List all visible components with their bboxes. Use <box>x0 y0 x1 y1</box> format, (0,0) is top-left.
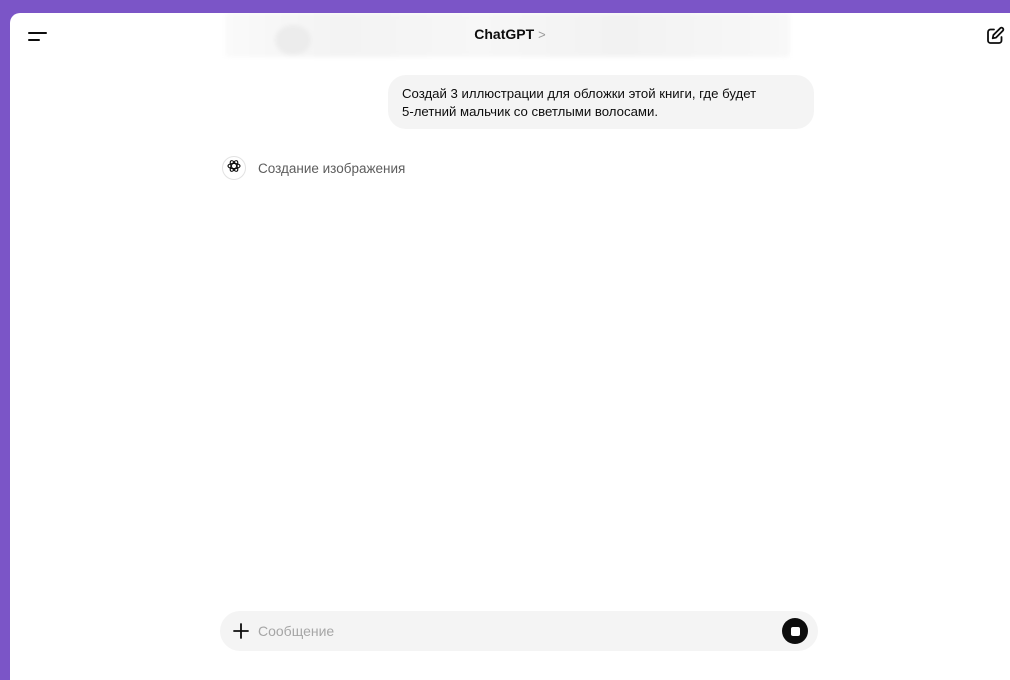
assistant-status-text: Создание изображения <box>258 160 406 176</box>
stop-generating-button[interactable] <box>782 618 808 644</box>
attach-button[interactable] <box>230 619 252 643</box>
user-message-bubble: Создай 3 иллюстрации для обложки этой кн… <box>388 75 814 129</box>
page-title: ChatGPT <box>474 26 535 42</box>
new-chat-icon <box>984 26 1006 51</box>
new-chat-button[interactable] <box>984 25 1006 47</box>
header: ChatGPT > <box>10 26 1010 42</box>
plus-icon <box>230 623 252 647</box>
openai-logo-icon <box>226 158 242 179</box>
app-window: ChatGPT > Создай 3 иллюстрации для обложк… <box>10 13 1010 680</box>
assistant-status-row: Создание изображения <box>222 155 405 181</box>
model-selector-button[interactable]: ChatGPT > <box>474 26 545 42</box>
message-input[interactable] <box>258 619 768 643</box>
assistant-avatar <box>222 156 246 180</box>
chevron-right-icon: > <box>538 27 546 42</box>
stop-icon <box>790 626 800 636</box>
user-message-line: 5-летний мальчик со светлыми волосами. <box>402 104 659 119</box>
user-message-line: Создай 3 иллюстрации для обложки этой кн… <box>402 86 757 101</box>
message-composer <box>220 611 818 651</box>
